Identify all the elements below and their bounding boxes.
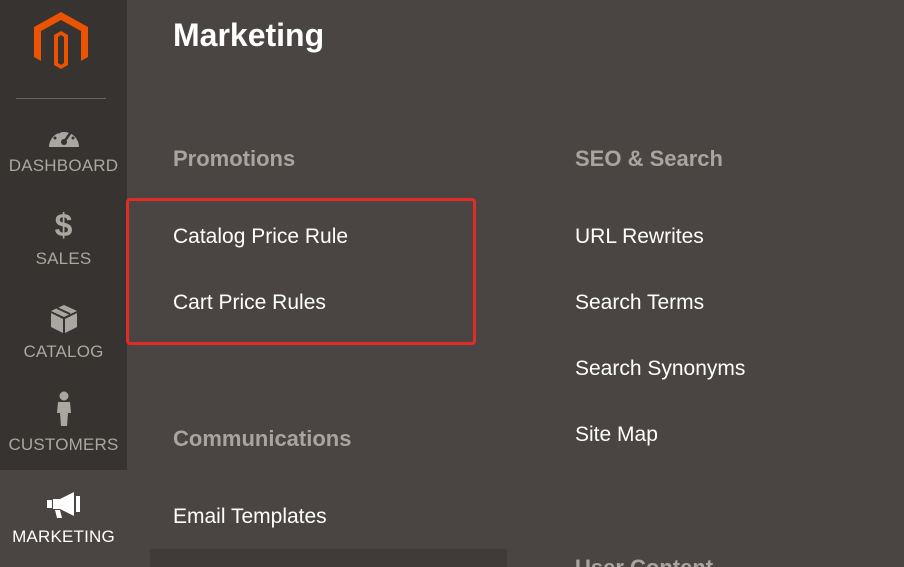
link-catalog-price-rule[interactable]: Catalog Price Rule (173, 225, 348, 249)
admin-sidebar: DASHBOARD $ SALES CATALOG CUSTOMERS MARK… (0, 0, 127, 567)
menu-item-hover-background (150, 549, 507, 567)
logo-divider (16, 98, 106, 99)
nav-label-catalog: CATALOG (23, 342, 104, 361)
nav-item-dashboard[interactable]: DASHBOARD (0, 115, 127, 208)
nav-label-dashboard: DASHBOARD (8, 156, 119, 175)
nav-label-marketing: MARKETING (12, 527, 115, 546)
nav-item-marketing[interactable]: MARKETING (0, 470, 127, 567)
link-search-terms[interactable]: Search Terms (575, 291, 704, 315)
link-site-map[interactable]: Site Map (575, 423, 658, 447)
nav-label-sales: SALES (35, 249, 92, 268)
section-title-communications: Communications (173, 426, 352, 451)
panel-title: Marketing (173, 17, 325, 53)
section-title-seo-search: SEO & Search (575, 146, 723, 171)
nav-label-customers: CUSTOMERS (8, 435, 119, 454)
section-title-promotions: Promotions (173, 146, 296, 171)
dollar-icon: $ (54, 206, 73, 243)
nav-item-catalog[interactable]: CATALOG (0, 301, 127, 394)
link-search-synonyms[interactable]: Search Synonyms (575, 357, 745, 381)
dashboard-gauge-icon (47, 121, 81, 151)
section-title-user-content: User Content (575, 555, 713, 567)
megaphone-icon (46, 490, 82, 520)
highlight-box (126, 198, 476, 345)
box-icon (49, 303, 79, 335)
nav-item-sales[interactable]: $ SALES (0, 206, 127, 301)
person-icon (54, 390, 74, 428)
link-cart-price-rules[interactable]: Cart Price Rules (173, 291, 326, 315)
link-url-rewrites[interactable]: URL Rewrites (575, 225, 704, 249)
magento-logo-icon[interactable] (34, 12, 88, 72)
link-email-templates[interactable]: Email Templates (173, 505, 327, 529)
